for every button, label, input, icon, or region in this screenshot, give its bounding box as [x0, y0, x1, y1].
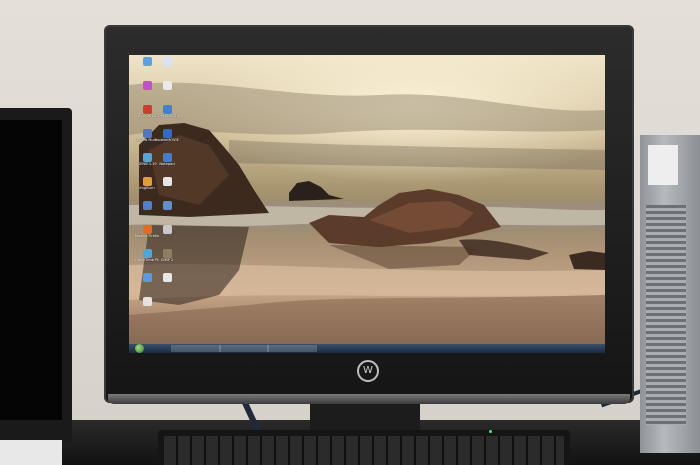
app-icon: [142, 129, 152, 138]
taskbar-button[interactable]: [267, 345, 317, 352]
app-icon: [162, 225, 172, 234]
desktop-icon[interactable]: Notepad: [155, 153, 179, 166]
desktop-icon[interactable]: [155, 225, 179, 234]
app-icon: [142, 153, 152, 162]
taskbar-button[interactable]: [171, 345, 221, 352]
wallpaper: [129, 55, 605, 353]
app-icon: [142, 57, 152, 66]
app-icon: [162, 129, 172, 138]
app-icon: [142, 105, 152, 114]
tower-vents: [646, 205, 686, 425]
left-monitor: [0, 108, 72, 443]
app-icon: [142, 249, 152, 258]
app-icon: [162, 249, 172, 258]
bezel-strip: [108, 394, 630, 404]
desktop-icon[interactable]: [155, 81, 179, 90]
app-icon: [162, 81, 172, 90]
app-icon: [142, 273, 152, 282]
app-icon: [142, 177, 152, 186]
app-icon: [162, 105, 172, 114]
sticker: [648, 145, 678, 185]
app-icon: [162, 177, 172, 186]
app-icon: [162, 57, 172, 66]
paper: [0, 440, 62, 465]
app-icon: [162, 201, 172, 210]
desktop-icon[interactable]: [155, 273, 179, 282]
app-icon: [142, 81, 152, 90]
app-icon: [162, 273, 172, 282]
brand-logo-icon: W: [357, 360, 379, 382]
app-icon: [162, 153, 172, 162]
taskbar-button[interactable]: [219, 345, 269, 352]
desktop-icon[interactable]: mobileMOVIE 4.1: [155, 129, 179, 142]
start-button[interactable]: [135, 344, 144, 353]
app-icon: [142, 297, 152, 306]
keyboard-led-icon: [489, 430, 492, 433]
desktop-icon[interactable]: [155, 57, 179, 66]
keyboard-keys: [164, 436, 564, 465]
left-monitor-screen: [0, 120, 62, 420]
desktop-icon[interactable]: [155, 201, 179, 210]
monitor-display: AVG 2012 GOM ENCODER EPSON Multi-Print m…: [129, 55, 605, 353]
app-icon: [142, 225, 152, 234]
desktop-icon[interactable]: [135, 297, 159, 306]
desktop-icon[interactable]: [155, 177, 179, 186]
app-icon: [142, 201, 152, 210]
desktop-icon[interactable]: GIMP 2: [155, 249, 179, 262]
taskbar: [129, 344, 605, 353]
desktop-icon[interactable]: GOM ENCODER: [155, 105, 179, 118]
keyboard: [158, 430, 570, 465]
pc-tower: [640, 135, 700, 453]
